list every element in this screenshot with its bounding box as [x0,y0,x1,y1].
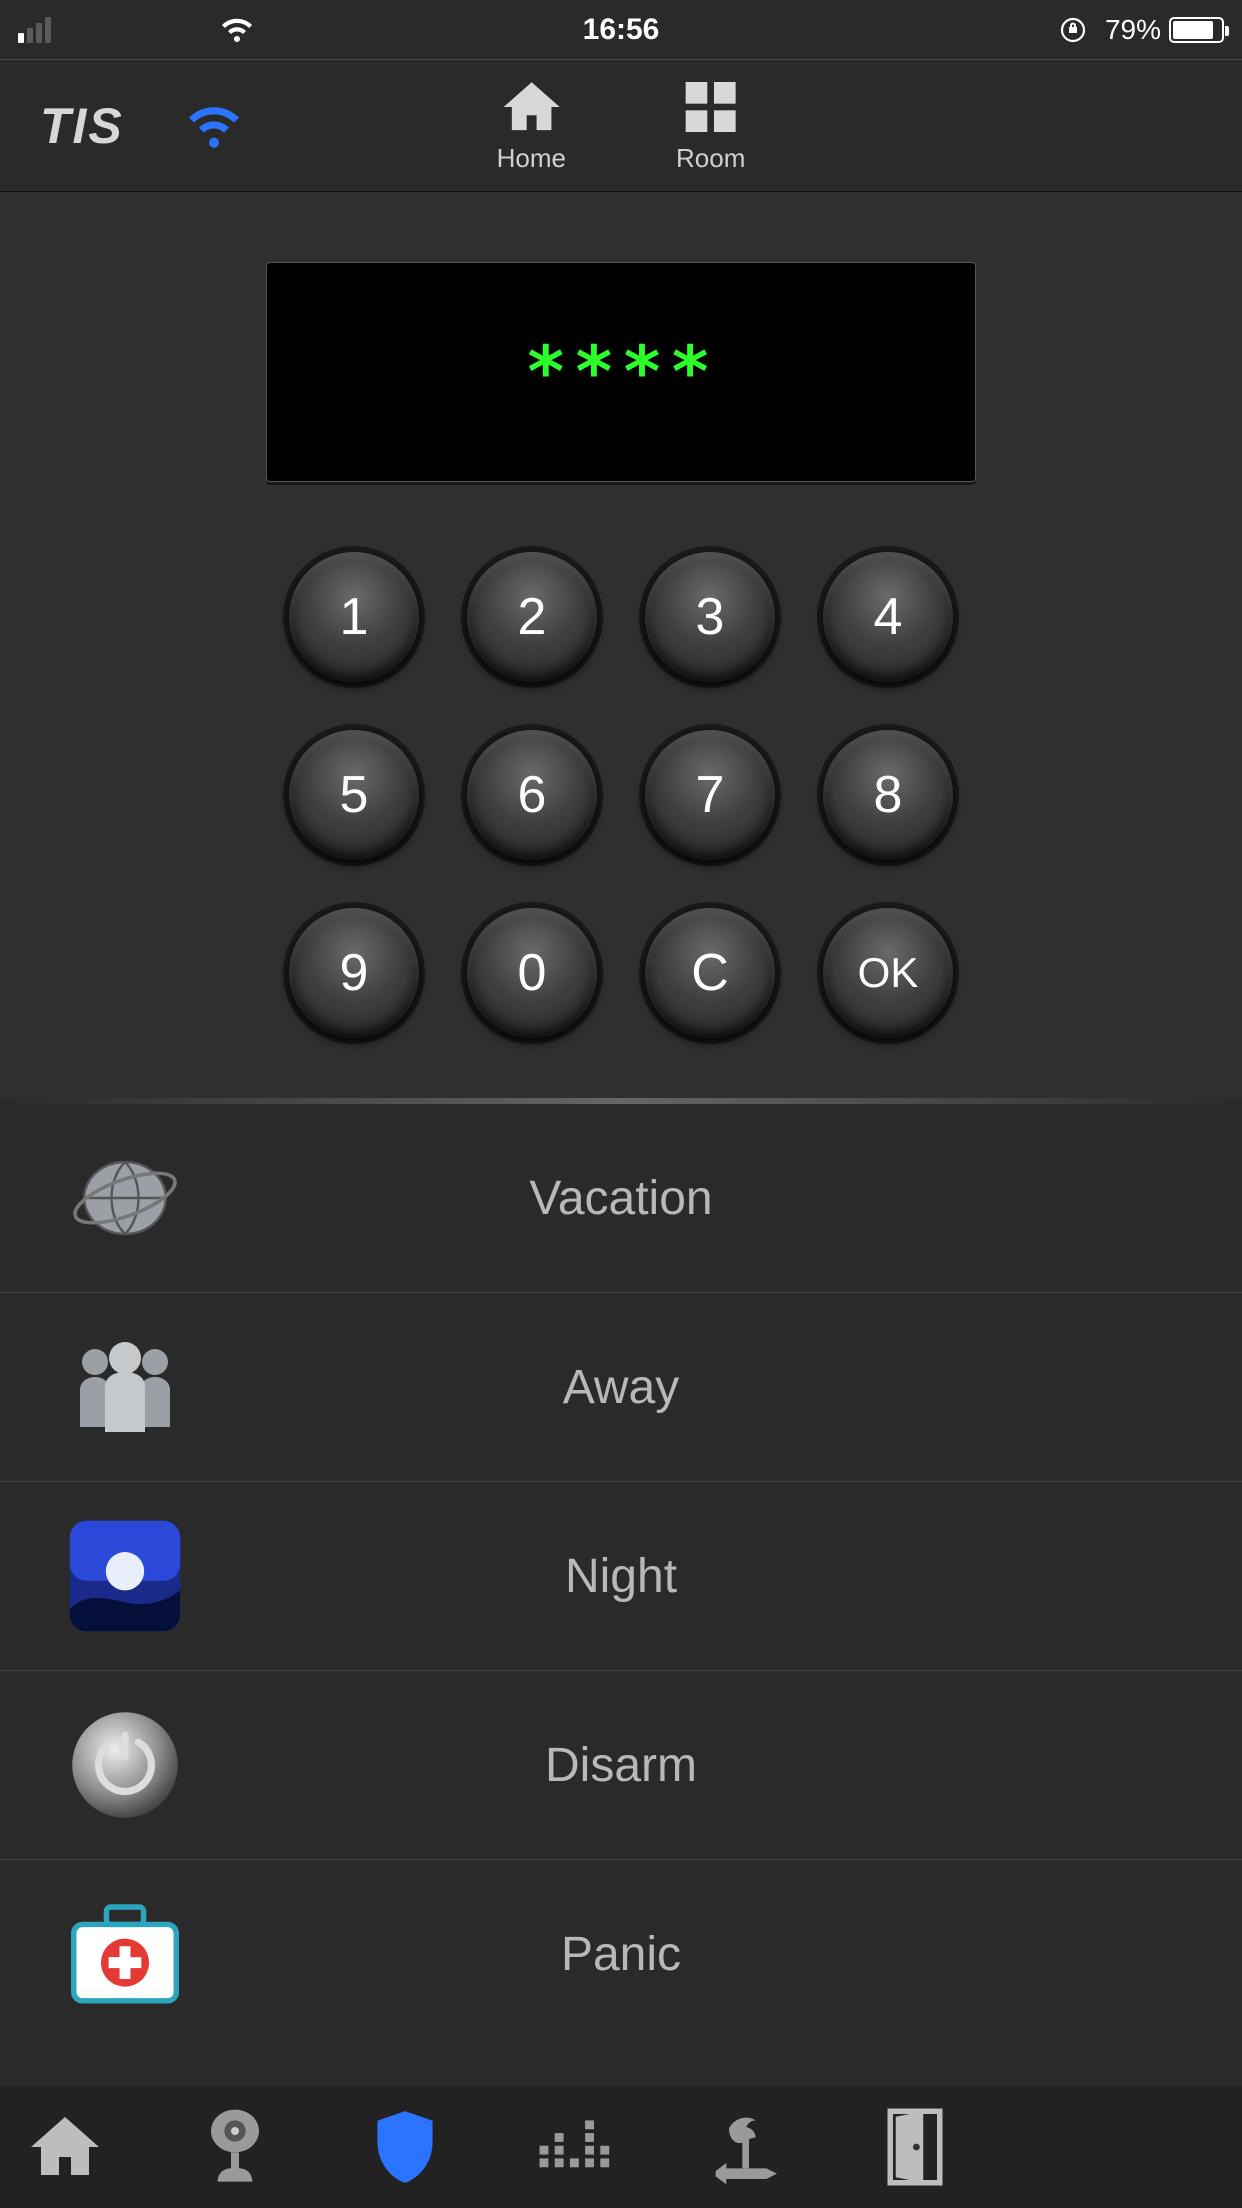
tab-door[interactable] [870,2102,960,2192]
header-nav: Home Room [497,77,746,174]
key-9[interactable]: 9 [289,908,419,1038]
globe-icon [60,1133,190,1263]
battery-indicator: 79% [1105,14,1224,46]
tab-home[interactable] [20,2102,110,2192]
mode-vacation-label: Vacation [190,1171,1182,1226]
mode-night-label: Night [190,1549,1182,1604]
battery-icon [1169,17,1224,43]
tab-security[interactable] [360,2102,450,2192]
people-icon [60,1322,190,1452]
nav-home[interactable]: Home [497,77,566,174]
keypad: 1 2 3 4 5 6 7 8 9 0 C OK [289,552,953,1038]
nav-room[interactable]: Room [676,77,745,174]
cell-signal-icon [18,17,51,43]
code-display: **** [266,262,976,482]
battery-percent: 79% [1105,14,1161,46]
key-clear[interactable]: C [645,908,775,1038]
nav-room-label: Room [676,143,745,174]
mode-away-label: Away [190,1360,1182,1415]
weathervane-icon [705,2109,785,2185]
mode-list: Vacation Away Night Disarm Panic [0,1104,1242,2049]
tab-equalizer[interactable] [530,2102,620,2192]
key-8[interactable]: 8 [823,730,953,860]
medkit-icon [60,1890,190,2020]
wifi-icon [219,16,255,44]
home-icon [25,2111,105,2183]
key-1[interactable]: 1 [289,552,419,682]
night-icon [60,1511,190,1641]
mode-disarm-label: Disarm [190,1738,1182,1793]
app-header: TIS Home Room [0,60,1242,192]
home-icon [498,77,564,137]
brand-logo: TIS [40,97,124,155]
wifi-status-icon[interactable] [184,102,244,150]
mode-disarm[interactable]: Disarm [0,1671,1242,1860]
nav-home-label: Home [497,143,566,174]
key-ok[interactable]: OK [823,908,953,1038]
key-6[interactable]: 6 [467,730,597,860]
mode-vacation[interactable]: Vacation [0,1104,1242,1293]
equalizer-icon [537,2114,613,2180]
shield-icon [370,2107,440,2187]
tab-camera[interactable] [190,2102,280,2192]
mode-panic-label: Panic [190,1927,1182,1982]
tab-bar [0,2086,1242,2208]
mode-night[interactable]: Night [0,1482,1242,1671]
key-2[interactable]: 2 [467,552,597,682]
status-right: 79% [1059,14,1224,46]
door-icon [882,2105,948,2189]
key-5[interactable]: 5 [289,730,419,860]
power-icon [60,1700,190,1830]
camera-icon [200,2107,270,2187]
status-time: 16:56 [583,13,660,47]
mode-away[interactable]: Away [0,1293,1242,1482]
status-bar: 16:56 79% [0,0,1242,60]
mode-panic[interactable]: Panic [0,1860,1242,2049]
status-left [18,16,255,44]
tab-weather[interactable] [700,2102,790,2192]
grid-icon [681,77,741,137]
key-3[interactable]: 3 [645,552,775,682]
key-4[interactable]: 4 [823,552,953,682]
orientation-lock-icon [1059,16,1087,44]
keypad-panel: **** 1 2 3 4 5 6 7 8 9 0 C OK [0,192,1242,1098]
key-0[interactable]: 0 [467,908,597,1038]
code-display-value: **** [525,331,718,413]
key-7[interactable]: 7 [645,730,775,860]
